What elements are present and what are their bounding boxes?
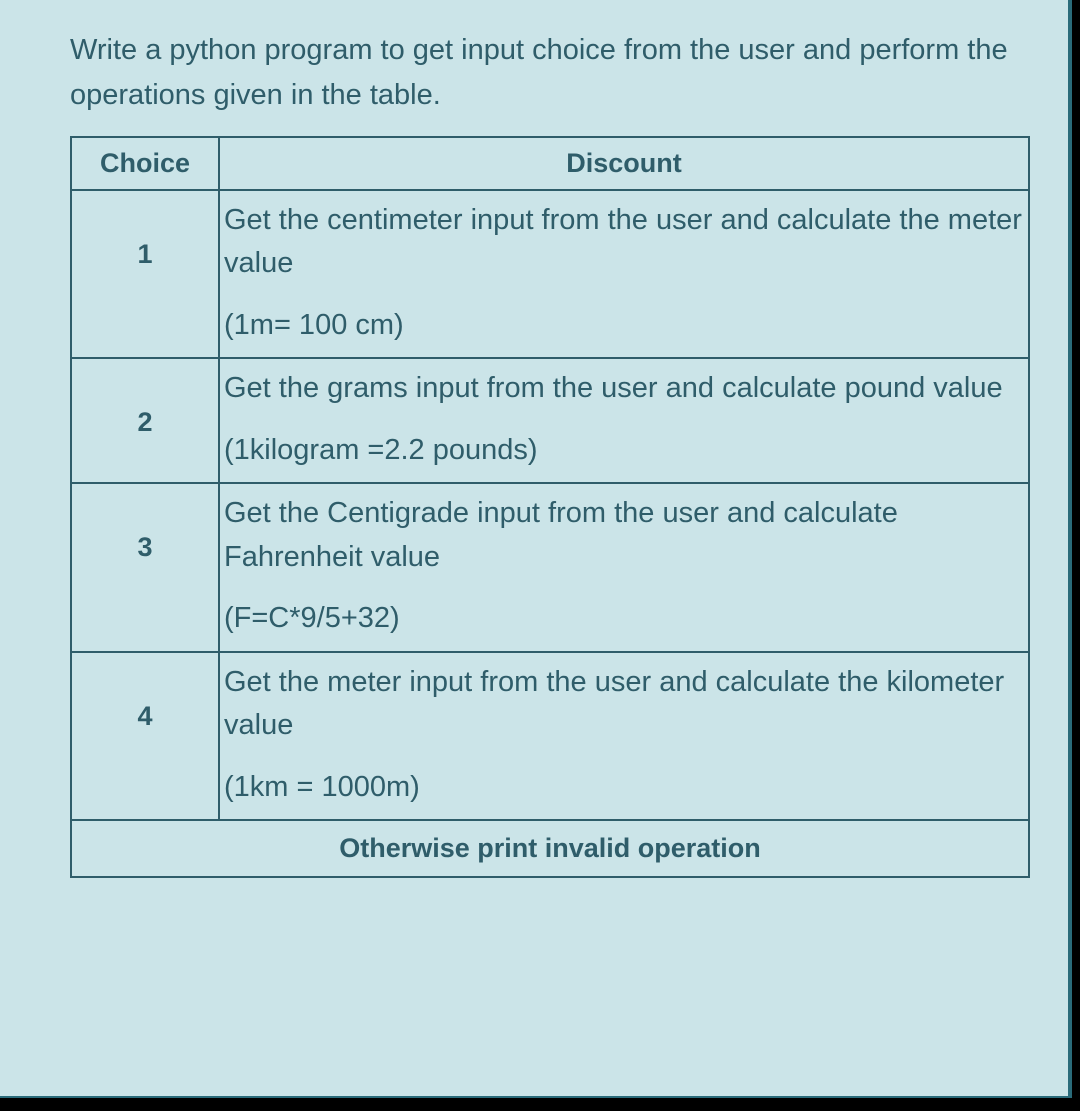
operations-table: Choice Discount 1 Get the centimeter inp… [70,136,1030,879]
description-text: Get the Centigrade input from the user a… [220,484,1028,581]
formula-text: (1km = 1000m) [220,750,1028,820]
header-discount: Discount [219,137,1029,190]
choice-number: 2 [71,358,219,483]
table-row: 4 Get the meter input from the user and … [71,652,1029,821]
table-row: 2 Get the grams input from the user and … [71,358,1029,483]
table-footer-row: Otherwise print invalid operation [71,820,1029,877]
formula-text: (1kilogram =2.2 pounds) [220,413,1028,483]
choice-number: 3 [71,483,219,652]
table-header-row: Choice Discount [71,137,1029,190]
description-text: Get the meter input from the user and ca… [220,653,1028,750]
choice-description-cell: Get the centimeter input from the user a… [219,190,1029,359]
table-row: 3 Get the Centigrade input from the user… [71,483,1029,652]
description-text: Get the grams input from the user and ca… [220,359,1028,413]
formula-text: (F=C*9/5+32) [220,581,1028,651]
table-row: 1 Get the centimeter input from the user… [71,190,1029,359]
problem-statement: Write a python program to get input choi… [70,28,1030,118]
header-choice: Choice [71,137,219,190]
choice-description-cell: Get the grams input from the user and ca… [219,358,1029,483]
document-page: Write a python program to get input choi… [0,0,1072,1098]
choice-number: 4 [71,652,219,821]
formula-text: (1m= 100 cm) [220,288,1028,358]
description-text: Get the centimeter input from the user a… [220,191,1028,288]
choice-description-cell: Get the Centigrade input from the user a… [219,483,1029,652]
choice-description-cell: Get the meter input from the user and ca… [219,652,1029,821]
choice-number: 1 [71,190,219,359]
otherwise-text: Otherwise print invalid operation [71,820,1029,877]
